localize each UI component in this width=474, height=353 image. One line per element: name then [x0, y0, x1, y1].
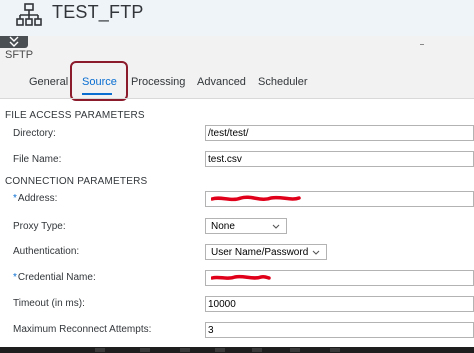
header-bar: TEST_FTP	[0, 0, 474, 36]
credential-name-label: *Credential Name:	[13, 272, 96, 283]
divider	[0, 98, 474, 99]
chevron-down-icon	[272, 224, 280, 229]
max-reconnect-label: Maximum Reconnect Attempts:	[13, 324, 152, 335]
section-connection: CONNECTION PARAMETERS	[5, 176, 148, 187]
hierarchy-icon	[16, 3, 42, 26]
proxy-type-select[interactable]: None	[205, 218, 287, 234]
redaction-mark	[211, 274, 271, 280]
taskbar-icon[interactable]	[290, 348, 300, 352]
page-title: TEST_FTP	[52, 2, 144, 22]
taskbar	[0, 347, 474, 353]
proxy-type-label: Proxy Type:	[13, 221, 66, 232]
required-marker: *	[13, 193, 17, 204]
section-file-access: FILE ACCESS PARAMETERS	[5, 110, 145, 121]
credential-name-label-text: Credential Name:	[17, 272, 96, 283]
adapter-name: SFTP	[5, 49, 34, 61]
authentication-value: User Name/Password	[211, 247, 309, 258]
source-tab-highlight	[70, 61, 128, 101]
taskbar-icon[interactable]	[252, 348, 262, 352]
proxy-type-value: None	[211, 221, 235, 232]
timeout-field[interactable]: 10000	[205, 296, 474, 312]
minimize-icon[interactable]	[420, 44, 424, 45]
taskbar-icon[interactable]	[330, 348, 340, 352]
double-chevron-down-icon	[9, 36, 19, 47]
max-reconnect-field[interactable]: 3	[205, 322, 474, 338]
chevron-down-icon	[312, 250, 320, 255]
credential-name-field[interactable]	[205, 270, 474, 286]
required-marker: *	[13, 272, 17, 283]
tab-advanced[interactable]: Advanced	[197, 76, 246, 88]
timeout-label: Timeout (in ms):	[13, 298, 85, 309]
directory-field[interactable]: /test/test/	[205, 125, 474, 141]
file-name-field[interactable]: test.csv	[205, 151, 474, 167]
redaction-mark	[211, 195, 301, 202]
address-label: *Address:	[13, 193, 57, 204]
taskbar-icon[interactable]	[180, 348, 190, 352]
tab-processing[interactable]: Processing	[131, 76, 185, 88]
authentication-select[interactable]: User Name/Password	[205, 244, 327, 260]
file-name-label: File Name:	[13, 154, 62, 165]
taskbar-icon[interactable]	[215, 348, 225, 352]
address-label-text: Address:	[17, 193, 58, 204]
directory-label: Directory:	[13, 128, 56, 139]
taskbar-icon[interactable]	[140, 348, 150, 352]
taskbar-icon[interactable]	[95, 348, 105, 352]
collapse-header-button[interactable]	[0, 36, 28, 48]
address-field[interactable]	[205, 191, 474, 207]
tab-scheduler[interactable]: Scheduler	[258, 76, 308, 88]
tab-general[interactable]: General	[29, 76, 68, 88]
authentication-label: Authentication:	[13, 246, 80, 257]
